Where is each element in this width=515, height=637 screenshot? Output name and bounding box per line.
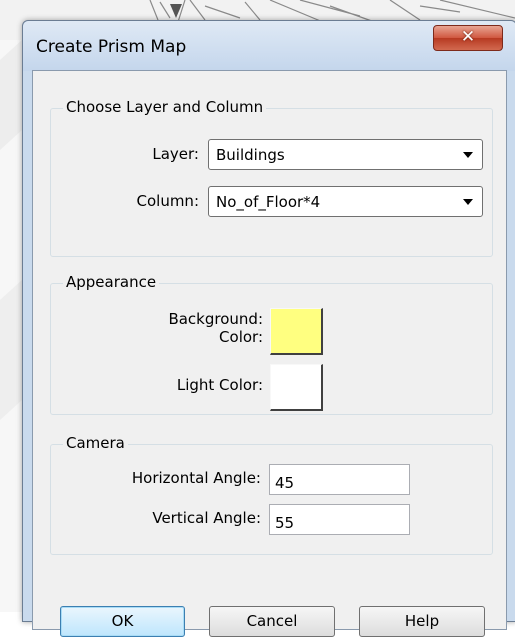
vertical-angle-input[interactable] bbox=[269, 504, 410, 535]
appearance-group-title: Appearance bbox=[63, 273, 160, 291]
background-color-label: Background: Color: bbox=[91, 310, 263, 346]
horizontal-angle-input[interactable] bbox=[269, 464, 410, 495]
layer-label: Layer: bbox=[152, 145, 199, 163]
appearance-group: Appearance Background: Color: Light Colo… bbox=[50, 273, 493, 415]
column-label: Column: bbox=[136, 192, 200, 210]
horizontal-angle-label: Horizontal Angle: bbox=[131, 469, 261, 487]
background-color-swatch[interactable] bbox=[270, 308, 323, 355]
light-color-swatch[interactable] bbox=[270, 364, 323, 411]
help-button[interactable]: Help bbox=[359, 606, 485, 637]
background-color-label-line1: Background: bbox=[168, 310, 263, 328]
title-bar[interactable]: Create Prism Map ✕ bbox=[23, 21, 515, 71]
cancel-button[interactable]: Cancel bbox=[209, 606, 335, 637]
ok-button[interactable]: OK bbox=[60, 606, 185, 637]
dialog-body: Choose Layer and Column Layer: Buildings… bbox=[32, 70, 507, 637]
layer-selected-value: Buildings bbox=[216, 146, 285, 164]
vertical-angle-label: Vertical Angle: bbox=[152, 509, 261, 527]
layer-column-group-title: Choose Layer and Column bbox=[63, 98, 267, 116]
camera-group: Camera Horizontal Angle: Vertical Angle: bbox=[50, 434, 493, 555]
create-prism-map-dialog: Create Prism Map ✕ Choose Layer and Colu… bbox=[22, 20, 515, 637]
chevron-down-icon bbox=[463, 152, 473, 158]
chevron-down-icon bbox=[463, 199, 473, 205]
camera-group-title: Camera bbox=[63, 434, 128, 452]
close-button[interactable]: ✕ bbox=[433, 25, 503, 51]
light-color-label: Light Color: bbox=[176, 376, 263, 394]
layer-dropdown[interactable]: Buildings bbox=[208, 139, 483, 170]
background-color-label-line2: Color: bbox=[219, 328, 263, 346]
layer-column-group: Choose Layer and Column Layer: Buildings… bbox=[50, 98, 493, 257]
column-selected-value: No_of_Floor*4 bbox=[216, 193, 321, 211]
column-dropdown[interactable]: No_of_Floor*4 bbox=[208, 186, 483, 217]
close-icon: ✕ bbox=[460, 27, 476, 47]
dialog-title: Create Prism Map bbox=[36, 37, 187, 57]
